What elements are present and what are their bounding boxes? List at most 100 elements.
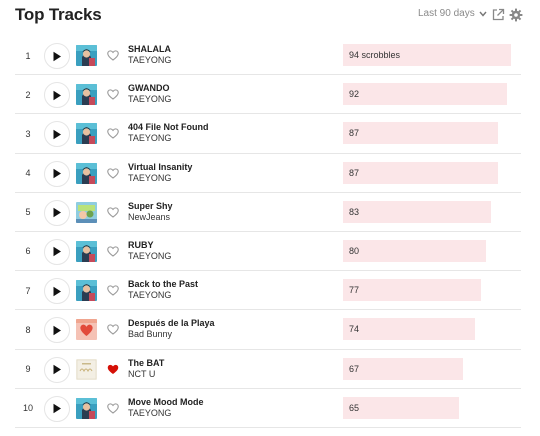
- track-artist[interactable]: TAEYONG: [128, 55, 171, 65]
- heart-outline-icon[interactable]: [106, 401, 120, 415]
- scrobble-count: 83: [349, 206, 360, 217]
- track-row: 8 Después de la Playa Bad Bunny 74: [15, 310, 521, 350]
- track-rank: 7: [25, 285, 31, 296]
- play-icon: [52, 403, 62, 414]
- track-title[interactable]: The BAT: [128, 358, 164, 368]
- album-art[interactable]: [76, 397, 97, 419]
- play-button[interactable]: [44, 238, 70, 265]
- play-icon: [52, 168, 62, 179]
- play-button[interactable]: [44, 199, 70, 226]
- scrobble-count: 87: [349, 128, 360, 139]
- track-rank: 10: [22, 403, 33, 414]
- scrobble-bar[interactable]: 94 scrobbles: [343, 44, 511, 66]
- scrobble-bar[interactable]: 92: [343, 83, 507, 106]
- track-row: 1 SHALALA TAEYONG 94 scrobbles: [15, 36, 521, 76]
- album-art[interactable]: [76, 84, 97, 106]
- track-title[interactable]: SHALALA: [128, 44, 171, 54]
- top-tracks-header: Top Tracks Last 90 days: [0, 0, 540, 34]
- heart-filled-icon[interactable]: [106, 362, 120, 376]
- play-button[interactable]: [44, 160, 70, 187]
- track-artist[interactable]: NCT U: [128, 369, 155, 379]
- heart-outline-icon[interactable]: [106, 205, 120, 219]
- play-button[interactable]: [44, 43, 70, 69]
- play-icon: [52, 207, 62, 218]
- track-rank: 6: [25, 246, 31, 257]
- album-art[interactable]: [76, 280, 97, 302]
- play-icon: [52, 364, 62, 375]
- album-art[interactable]: [76, 162, 97, 184]
- track-row: 9 The BAT NCT U 67: [15, 350, 521, 389]
- track-rank: 4: [25, 168, 31, 179]
- track-rank: 5: [25, 207, 31, 218]
- album-art[interactable]: [76, 45, 97, 66]
- track-row: 4 Virtual Insanity TAEYONG 87: [15, 154, 521, 193]
- track-title[interactable]: Move Mood Mode: [128, 397, 204, 407]
- track-title[interactable]: Super Shy: [128, 201, 173, 211]
- scrobble-count: 94 scrobbles: [349, 50, 401, 60]
- play-button[interactable]: [44, 356, 70, 383]
- track-title[interactable]: RUBY: [128, 240, 154, 250]
- period-dropdown[interactable]: Last 90 days: [418, 8, 487, 19]
- scrobble-bar[interactable]: 77: [343, 279, 481, 302]
- track-title[interactable]: GWANDO: [128, 83, 170, 93]
- heart-outline-icon[interactable]: [106, 126, 120, 140]
- chevron-down-icon: [479, 9, 487, 19]
- play-icon: [52, 51, 62, 62]
- scrobble-bar[interactable]: 74: [343, 318, 475, 341]
- share-icon[interactable]: [491, 8, 505, 22]
- track-artist[interactable]: TAEYONG: [128, 251, 171, 261]
- heart-outline-icon[interactable]: [106, 166, 120, 180]
- play-icon: [52, 325, 62, 336]
- track-row: 2 GWANDO TAEYONG 92: [15, 75, 521, 115]
- track-artist[interactable]: TAEYONG: [128, 94, 171, 104]
- scrobble-bar[interactable]: 65: [343, 396, 459, 419]
- scrobble-count: 92: [349, 89, 360, 100]
- album-art[interactable]: [76, 240, 97, 262]
- album-art[interactable]: [76, 319, 97, 341]
- play-icon: [52, 90, 62, 101]
- scrobble-bar[interactable]: 87: [343, 122, 498, 145]
- album-art[interactable]: [76, 201, 97, 223]
- play-button[interactable]: [44, 278, 70, 305]
- section-title: Top Tracks: [15, 5, 102, 24]
- track-row: 6 RUBY TAEYONG 80: [15, 232, 521, 272]
- scrobble-bar[interactable]: 80: [343, 239, 486, 262]
- scrobble-count: 87: [349, 167, 360, 178]
- track-title[interactable]: 404 File Not Found: [128, 122, 209, 132]
- play-icon: [52, 286, 62, 297]
- track-artist[interactable]: TAEYONG: [128, 408, 171, 418]
- scrobble-bar[interactable]: 67: [343, 357, 463, 380]
- heart-outline-icon[interactable]: [106, 322, 120, 336]
- period-label: Last 90 days: [418, 8, 475, 19]
- heart-outline-icon[interactable]: [106, 244, 120, 258]
- track-artist[interactable]: Bad Bunny: [128, 329, 172, 339]
- album-art[interactable]: [76, 358, 97, 380]
- track-rank: 2: [25, 89, 31, 100]
- play-icon: [52, 129, 62, 140]
- scrobble-count: 65: [349, 402, 360, 413]
- album-art[interactable]: [76, 123, 97, 145]
- track-artist[interactable]: NewJeans: [128, 212, 170, 222]
- track-rank: 8: [25, 324, 31, 335]
- track-artist[interactable]: TAEYONG: [128, 133, 171, 143]
- track-artist[interactable]: TAEYONG: [128, 290, 171, 300]
- track-title[interactable]: Back to the Past: [128, 279, 198, 289]
- track-artist[interactable]: TAEYONG: [128, 173, 171, 183]
- gear-icon[interactable]: [509, 8, 523, 22]
- heart-outline-icon[interactable]: [106, 87, 120, 101]
- heart-outline-icon[interactable]: [106, 283, 120, 297]
- play-button[interactable]: [44, 395, 70, 422]
- scrobble-count: 77: [349, 285, 360, 296]
- track-rank: 9: [25, 364, 31, 374]
- track-row: 3 404 File Not Found TAEYONG 87: [15, 114, 521, 154]
- play-button[interactable]: [44, 121, 70, 148]
- scrobble-bar[interactable]: 83: [343, 200, 491, 223]
- heart-outline-icon[interactable]: [106, 48, 120, 62]
- scrobble-count: 67: [349, 363, 360, 374]
- play-button[interactable]: [44, 317, 70, 344]
- track-row: 5 Super Shy NewJeans 83: [15, 193, 521, 232]
- track-title[interactable]: Después de la Playa: [128, 318, 215, 328]
- scrobble-bar[interactable]: 87: [343, 161, 498, 184]
- track-title[interactable]: Virtual Insanity: [128, 162, 192, 172]
- play-button[interactable]: [44, 82, 70, 109]
